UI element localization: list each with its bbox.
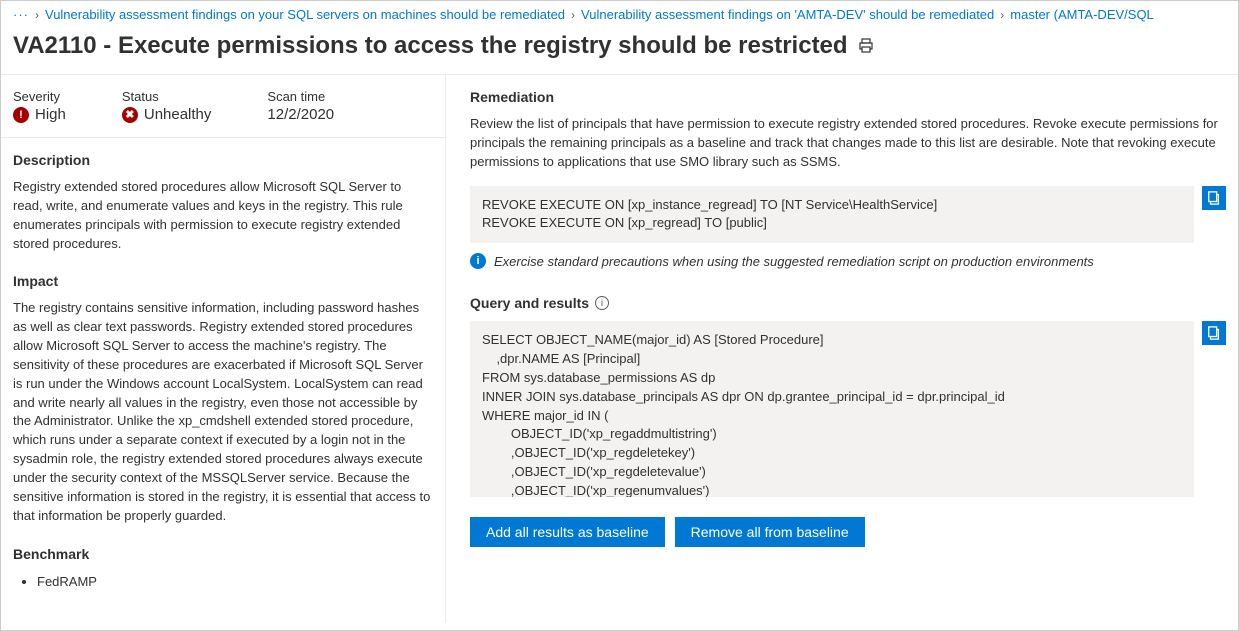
copy-query-button[interactable]	[1202, 321, 1226, 345]
remediation-heading: Remediation	[470, 89, 1226, 105]
copy-script-button[interactable]	[1202, 186, 1226, 210]
severity-field: Severity ! High	[13, 89, 66, 123]
summary-bar: Severity ! High Status ✖ Unhealthy Scan …	[1, 75, 445, 138]
copy-icon	[1207, 326, 1221, 340]
page-title: VA2110 - Execute permissions to access t…	[13, 32, 848, 60]
breadcrumb: ··· › Vulnerability assessment findings …	[1, 1, 1238, 26]
description-text: Registry extended stored procedures allo…	[13, 178, 433, 253]
breadcrumb-link-3[interactable]: master (AMTA-DEV/SQL	[1010, 7, 1154, 22]
chevron-right-icon: ›	[35, 8, 39, 22]
remediation-script: REVOKE EXECUTE ON [xp_instance_regread] …	[470, 186, 1194, 244]
scan-time-label: Scan time	[267, 89, 334, 104]
impact-text: The registry contains sensitive informat…	[13, 299, 433, 525]
info-text: Exercise standard precautions when using…	[494, 254, 1094, 269]
query-text[interactable]: SELECT OBJECT_NAME(major_id) AS [Stored …	[470, 321, 1194, 497]
benchmark-heading: Benchmark	[13, 546, 433, 562]
chevron-right-icon: ›	[571, 8, 575, 22]
breadcrumb-overflow[interactable]: ···	[13, 7, 29, 22]
query-results-heading: Query and results	[470, 295, 589, 311]
info-icon: i	[470, 253, 486, 269]
impact-heading: Impact	[13, 273, 433, 289]
chevron-right-icon: ›	[1000, 8, 1004, 22]
breadcrumb-link-1[interactable]: Vulnerability assessment findings on you…	[45, 7, 565, 22]
breadcrumb-link-2[interactable]: Vulnerability assessment findings on 'AM…	[581, 7, 994, 22]
status-value: Unhealthy	[144, 106, 212, 123]
scan-time-value: 12/2/2020	[267, 106, 334, 123]
status-field: Status ✖ Unhealthy	[122, 89, 212, 123]
left-panel: Severity ! High Status ✖ Unhealthy Scan …	[1, 74, 446, 623]
scan-time-field: Scan time 12/2/2020	[267, 89, 334, 123]
right-panel: Remediation Review the list of principal…	[446, 74, 1238, 623]
info-outline-icon[interactable]: i	[595, 296, 609, 310]
add-baseline-button[interactable]: Add all results as baseline	[470, 517, 665, 547]
remove-baseline-button[interactable]: Remove all from baseline	[675, 517, 865, 547]
benchmark-item: FedRAMP	[37, 572, 433, 593]
severity-label: Severity	[13, 89, 66, 104]
severity-high-icon: !	[13, 107, 29, 123]
description-heading: Description	[13, 152, 433, 168]
copy-icon	[1207, 191, 1221, 205]
remediation-text: Review the list of principals that have …	[470, 115, 1226, 172]
print-icon[interactable]	[858, 38, 874, 54]
severity-value: High	[35, 106, 66, 123]
status-unhealthy-icon: ✖	[122, 107, 138, 123]
status-label: Status	[122, 89, 212, 104]
